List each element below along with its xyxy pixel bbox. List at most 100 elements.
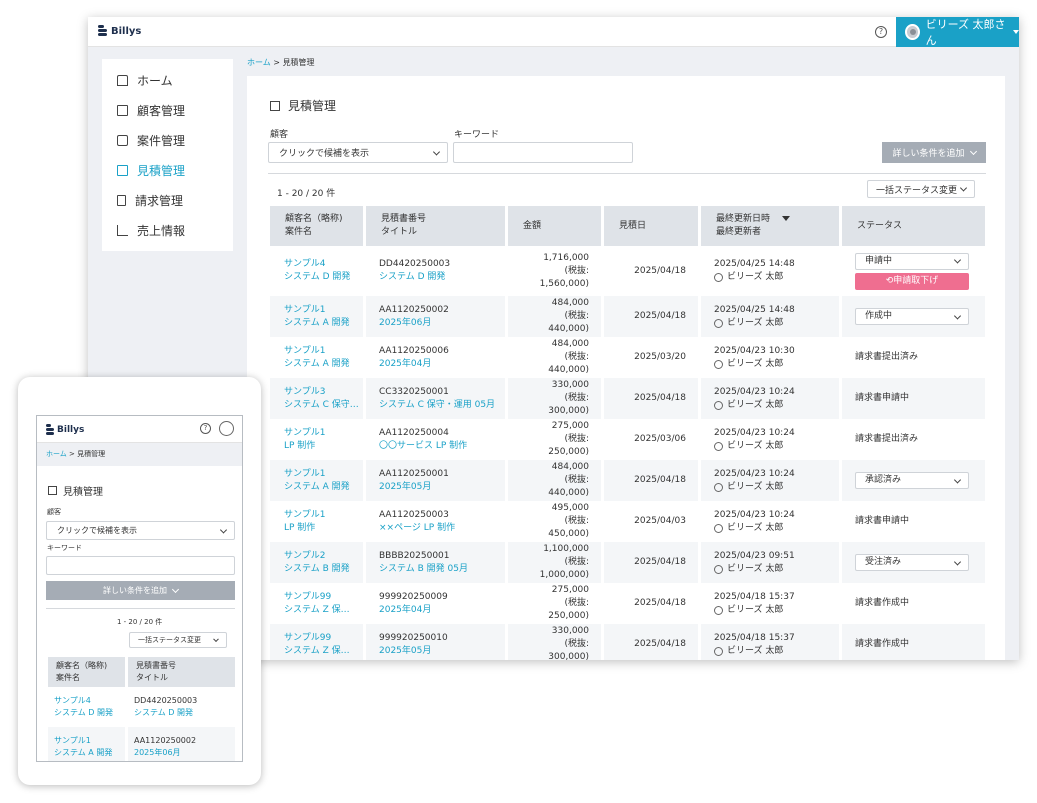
withdraw-request-button[interactable]: ⟲ 申請取下げ — [855, 272, 969, 290]
updated-at: 2025/04/23 09:51 — [714, 550, 795, 561]
sidebar-item-customers[interactable]: 顧客管理 — [102, 95, 233, 125]
updated-by: ビリーズ 太郎 — [714, 645, 839, 658]
sidebar-item-sales[interactable]: 売上情報 — [102, 215, 233, 245]
estimate-title-link[interactable]: 2025年06月 — [379, 317, 505, 330]
sidebar-item-home[interactable]: ホーム — [102, 65, 233, 95]
logo-mark-icon — [46, 424, 54, 435]
table-row[interactable]: サンプル4 システム D 開発 DD4420250003 システム D 開発 — [48, 687, 235, 727]
estimate-title-link[interactable]: ××ページ LP 制作 — [379, 522, 505, 535]
sidebar-item-estimates[interactable]: 見積管理 — [102, 155, 233, 185]
bulk-status-select[interactable]: 一括ステータス変更 — [129, 632, 227, 648]
updater-name: ビリーズ 太郎 — [727, 358, 784, 369]
estimate-title-link[interactable]: 2025年05月 — [379, 645, 505, 658]
customer-link[interactable]: サンプル1 — [284, 468, 363, 481]
cell-date: 2025/04/03 — [604, 501, 701, 542]
customer-select[interactable]: クリックで候補を表示 — [268, 142, 448, 163]
table-row[interactable]: サンプル1 システム A 開発 AA1120250006 2025年04月 484,00… — [270, 337, 985, 378]
breadcrumb-home-link[interactable]: ホーム — [247, 58, 271, 67]
table-row[interactable]: サンプル1 システム A 開発 AA1120250002 2025年06月 — [48, 727, 235, 761]
breadcrumb-current: 見積管理 — [282, 58, 315, 67]
customer-link[interactable]: サンプル1 — [284, 427, 363, 440]
sort-desc-icon[interactable] — [782, 216, 791, 221]
project-link[interactable]: システム Z 保… — [284, 645, 363, 658]
status-select[interactable]: 受注済み — [855, 554, 969, 571]
breadcrumb-home-link[interactable]: ホーム — [46, 450, 67, 458]
estimate-title-link[interactable]: 2025年05月 — [379, 481, 505, 494]
project-link[interactable]: システム D 開発 — [54, 707, 125, 719]
table-row[interactable]: サンプル99 システム Z 保… 999920250009 2025年04月 275,0… — [270, 583, 985, 624]
cell-number: AA1120250002 2025年06月 — [366, 296, 508, 337]
brand-name: Billys — [57, 424, 85, 435]
customer-link[interactable]: サンプル1 — [284, 509, 363, 522]
keyword-input[interactable] — [46, 556, 235, 575]
header-customer[interactable]: 顧客名（略称) 案件名 — [48, 657, 128, 687]
table-row[interactable]: サンプル1 LP 制作 AA1120250003 ××ページ LP 制作 495,000… — [270, 501, 985, 542]
header-customer[interactable]: 顧客名（略称) 案件名 — [270, 206, 366, 246]
project-link[interactable]: システム C 保守… — [284, 399, 363, 412]
breadcrumb: ホーム > 見積管理 — [247, 57, 315, 68]
header-status[interactable]: ステータス — [842, 206, 985, 246]
customer-select-placeholder: クリックで候補を表示 — [279, 149, 370, 159]
table-row[interactable]: サンプル1 LP 制作 AA1120250004 〇〇サービス LP 制作 275,00… — [270, 419, 985, 460]
table-row[interactable]: サンプル1 システム A 開発 AA1120250002 2025年06月 484,00… — [270, 296, 985, 337]
cell-customer: サンプル1 システム A 開発 — [270, 296, 366, 337]
header-number[interactable]: 見積書番号 タイトル — [128, 657, 235, 687]
header-number[interactable]: 見積書番号 タイトル — [366, 206, 508, 246]
customer-link[interactable]: サンプル99 — [284, 632, 363, 645]
sidebar-item-projects[interactable]: 案件管理 — [102, 125, 233, 155]
project-link[interactable]: システム B 開発 — [284, 563, 363, 576]
customer-link[interactable]: サンプル4 — [284, 258, 363, 271]
brand-name: Billys — [111, 25, 142, 37]
estimate-title-link[interactable]: 2025年04月 — [379, 358, 505, 371]
table-row[interactable]: サンプル1 システム A 開発 AA1120250001 2025年05月 484,00… — [270, 460, 985, 501]
estimate-title-link[interactable]: システム C 保守・運用 05月 — [379, 399, 505, 412]
project-link[interactable]: システム Z 保… — [284, 604, 363, 617]
user-menu-button[interactable]: ビリーズ 太郎さん — [896, 17, 1019, 47]
cell-status: 受注済み — [842, 542, 985, 583]
sidebar-item-invoices[interactable]: 請求管理 — [102, 185, 233, 215]
status-select[interactable]: 承認済み — [855, 472, 969, 489]
cell-date: 2025/03/06 — [604, 419, 701, 460]
project-link[interactable]: システム D 開発 — [284, 271, 363, 284]
customer-link[interactable]: サンプル1 — [284, 304, 363, 317]
project-link[interactable]: システム A 開発 — [284, 317, 363, 330]
header-updated[interactable]: 最終更新日時 最終更新者 — [701, 206, 842, 246]
status-select[interactable]: 申請中 — [855, 252, 969, 270]
header-amount[interactable]: 金額 — [508, 206, 604, 246]
bulk-status-select[interactable]: 一括ステータス変更 — [867, 180, 975, 198]
help-icon[interactable]: ? — [875, 26, 887, 38]
table-row[interactable]: サンプル99 システム Z 保… 999920250010 2025年05月 330,0… — [270, 624, 985, 660]
estimate-title-link[interactable]: 2025年06月 — [134, 747, 235, 759]
customer-link[interactable]: サンプル3 — [284, 386, 363, 399]
brand-logo[interactable]: Billys — [98, 25, 141, 37]
customer-link[interactable]: サンプル1 — [284, 345, 363, 358]
estimates-table: 顧客名（略称) 案件名 見積書番号 タイトル サンプル4 システム D 開発 DD442… — [48, 657, 235, 761]
status-select[interactable]: 作成中 — [855, 308, 969, 325]
keyword-input[interactable] — [453, 142, 633, 163]
table-row[interactable]: サンプル4 システム D 開発 DD4420250003 システム D 開発 1,716… — [270, 246, 985, 296]
project-link[interactable]: システム A 開発 — [284, 481, 363, 494]
avatar[interactable] — [219, 421, 234, 436]
help-icon[interactable]: ? — [200, 423, 211, 434]
header-date[interactable]: 見積日 — [604, 206, 701, 246]
customer-link[interactable]: サンプル2 — [284, 550, 363, 563]
project-link[interactable]: システム A 開発 — [54, 747, 125, 759]
project-link[interactable]: LP 制作 — [284, 440, 363, 453]
customer-link[interactable]: サンプル99 — [284, 591, 363, 604]
estimate-title-link[interactable]: システム D 開発 — [379, 271, 505, 284]
customer-select[interactable]: クリックで候補を表示 — [46, 521, 235, 540]
project-link[interactable]: システム A 開発 — [284, 358, 363, 371]
estimate-title-link[interactable]: システム B 開発 05月 — [379, 563, 505, 576]
estimate-title-link[interactable]: システム D 開発 — [134, 707, 235, 719]
table-row[interactable]: サンプル2 システム B 開発 BBBB20250001 システム B 開発 05月 1… — [270, 542, 985, 583]
brand-logo[interactable]: Billys — [46, 424, 84, 435]
table-row[interactable]: サンプル3 システム C 保守… CC3320250001 システム C 保守・運用 … — [270, 378, 985, 419]
more-filters-button[interactable]: 詳しい条件を追加 — [46, 581, 235, 600]
project-link[interactable]: LP 制作 — [284, 522, 363, 535]
customer-link[interactable]: サンプル1 — [54, 735, 125, 747]
estimate-title-link[interactable]: 〇〇サービス LP 制作 — [379, 440, 505, 453]
more-filters-button[interactable]: 詳しい条件を追加 — [882, 142, 986, 163]
cell-date: 2025/04/18 — [604, 296, 701, 337]
customer-link[interactable]: サンプル4 — [54, 695, 125, 707]
estimate-title-link[interactable]: 2025年04月 — [379, 604, 505, 617]
